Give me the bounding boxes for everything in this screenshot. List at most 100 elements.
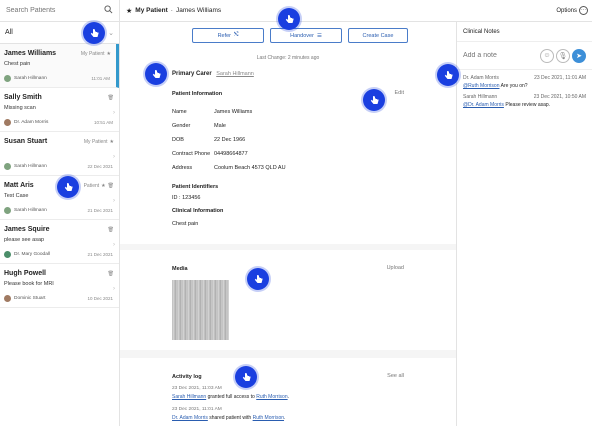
- microphone-icon[interactable]: 🎙: [556, 48, 570, 63]
- primary-carer-link[interactable]: Sarah Hillmann: [216, 71, 254, 77]
- chevron-right-icon: ›: [113, 198, 115, 204]
- patient-list-item[interactable]: Sally Smith 🗑 Missing scan Dr. Adam Morr…: [0, 88, 119, 132]
- chevron-right-icon: ›: [113, 286, 115, 292]
- refer-button[interactable]: Refer ⤭: [192, 28, 264, 43]
- upload-button[interactable]: Upload: [387, 265, 404, 271]
- avatar: [4, 119, 11, 126]
- note-input[interactable]: [463, 52, 538, 59]
- carer-name: Sarah Hillmann: [14, 76, 47, 81]
- last-change: Last Change: 2 minutes ago: [256, 55, 320, 61]
- timestamp: 10 Dec 2021: [87, 296, 113, 301]
- patient-list-item[interactable]: Susan Stuart My Patient ★ Sarah Hillmann …: [0, 132, 119, 176]
- options-button[interactable]: Options ···: [556, 6, 588, 15]
- activity-card: Activity log See all 23 Dec 2021, 11:03 …: [120, 358, 456, 426]
- patient-name: James Squire: [4, 226, 50, 233]
- patient-header: ★ My Patient · James Williams Options ··…: [120, 0, 592, 22]
- timestamp: 21 Dec 2021: [87, 252, 113, 257]
- patient-tag: Patient ★ 🗑: [83, 182, 114, 189]
- header-separator: ·: [170, 7, 173, 14]
- edit-button[interactable]: Edit: [395, 90, 404, 96]
- emoji-icon[interactable]: ☺: [540, 48, 554, 63]
- patient-list-panel: All ⌄ James Williams My Patient★ Chest p…: [0, 0, 120, 426]
- list-icon: ☰: [316, 32, 322, 39]
- activity-title: Activity log: [172, 374, 202, 380]
- activity-entry: Dr. Adam Morris shared patient with Ruth…: [172, 415, 286, 421]
- send-icon[interactable]: ➤: [572, 48, 586, 63]
- hotspot-icon[interactable]: [363, 89, 385, 111]
- patient-name: Sally Smith: [4, 94, 42, 101]
- clinical-notes-title: Clinical Notes: [457, 22, 592, 42]
- trash-icon[interactable]: 🗑: [108, 183, 114, 189]
- carer-name: Sarah Hillmann: [14, 208, 47, 213]
- media-title: Media: [172, 266, 188, 272]
- carer-name: Dominic Stuart: [14, 296, 46, 301]
- header-prefix: My Patient: [135, 7, 168, 14]
- clinical-notes-panel: Clinical Notes ☺ 🎙 ➤ Dr. Adam Morris 23 D…: [456, 22, 592, 426]
- primary-carer: Primary Carer Sarah Hillmann: [172, 71, 254, 77]
- filter-value: All: [5, 29, 13, 36]
- hotspot-icon[interactable]: [83, 22, 105, 44]
- search-icon[interactable]: [104, 5, 113, 16]
- field-row: Address Coolum Beach 4573 QLD AU: [172, 165, 286, 171]
- activity-entry: Sarah Hillmann granted full access to Ru…: [172, 394, 290, 400]
- clinical-note: Dr. Adam Morris 23 Dec 2021, 11:01 AM @Ru…: [463, 75, 586, 89]
- hotspot-icon[interactable]: [278, 8, 300, 30]
- patient-message: please see asap: [4, 237, 45, 243]
- hotspot-icon[interactable]: [235, 366, 257, 388]
- identifiers-title: Patient Identifiers: [172, 184, 219, 190]
- trash-icon[interactable]: 🗑: [108, 227, 114, 233]
- patient-tag: My Patient ★: [80, 50, 111, 57]
- clinical-note: Sarah Hillmann 23 Dec 2021, 10:50 AM @Dr.…: [463, 94, 586, 108]
- patient-name: Matt Aris: [4, 182, 34, 189]
- media-card: Media Upload: [120, 250, 456, 350]
- note-time: 23 Dec 2021, 10:50 AM: [533, 94, 586, 100]
- patient-card: Refer ⤭ Handover ☰ Create Case Last Change…: [120, 22, 456, 244]
- avatar: [4, 207, 11, 214]
- media-thumbnail[interactable]: [172, 280, 229, 340]
- patient-name: Susan Stuart: [4, 138, 48, 145]
- carer-name: Sarah Hillmann: [14, 164, 47, 169]
- patient-info-title: Patient Information: [172, 91, 223, 97]
- avatar: [4, 295, 11, 302]
- avatar: [4, 163, 11, 170]
- note-mention[interactable]: @Dr. Adam Morris: [463, 102, 504, 108]
- star-icon[interactable]: ★: [126, 7, 132, 15]
- field-row: Name James Williams: [172, 109, 253, 115]
- action-buttons: Refer ⤭ Handover ☰ Create Case: [192, 28, 408, 43]
- star-icon: ★: [109, 138, 114, 145]
- field-row: DOB 22 Dec 1966: [172, 137, 246, 143]
- patient-tag: My Patient ★: [83, 138, 114, 145]
- patient-list-item[interactable]: Hugh Powell 🗑 Please book for MRI Domini…: [0, 264, 119, 308]
- hotspot-icon[interactable]: [57, 176, 79, 198]
- create-case-button[interactable]: Create Case: [348, 28, 408, 43]
- chevron-right-icon: ›: [113, 154, 115, 160]
- search-input[interactable]: [6, 7, 104, 14]
- patient-list-item[interactable]: James Squire 🗑 please see asap Dr. Mary …: [0, 220, 119, 264]
- clinical-info-value: Chest pain: [172, 221, 199, 227]
- note-author: Dr. Adam Morris: [463, 75, 499, 81]
- star-icon: ★: [106, 50, 111, 57]
- timestamp: 10:51 AM: [93, 120, 113, 125]
- carer-name: Dr. Mary Goodall: [14, 252, 50, 257]
- carer-name: Dr. Adam Morris: [14, 120, 49, 125]
- hotspot-icon[interactable]: [145, 63, 167, 85]
- avatar: [4, 75, 11, 82]
- see-all-link[interactable]: See all: [387, 373, 404, 379]
- patient-list-item[interactable]: James Williams My Patient ★ Chest pain Sa…: [0, 44, 119, 88]
- avatar: [4, 251, 11, 258]
- trash-icon[interactable]: 🗑: [108, 271, 114, 277]
- activity-time: 23 Dec 2021, 11:01 AM: [172, 407, 222, 412]
- note-composer: ☺ 🎙 ➤: [457, 42, 592, 70]
- hotspot-icon[interactable]: [437, 64, 459, 86]
- trash-icon[interactable]: 🗑: [108, 95, 114, 101]
- hotspot-icon[interactable]: [247, 268, 269, 290]
- handover-button[interactable]: Handover ☰: [270, 28, 342, 43]
- patient-detail-panel: Refer ⤭ Handover ☰ Create Case Last Change…: [120, 22, 456, 426]
- note-mention[interactable]: @Ruth Morrison: [463, 83, 499, 89]
- patient-message: Please book for MRI: [4, 281, 54, 287]
- timestamp: 22 Dec 2021: [87, 164, 113, 169]
- field-row: Contract Phone 04498664877: [172, 151, 248, 157]
- patient-id: ID : 123456: [172, 195, 201, 201]
- search-bar: [0, 0, 119, 22]
- more-icon: ···: [579, 6, 588, 15]
